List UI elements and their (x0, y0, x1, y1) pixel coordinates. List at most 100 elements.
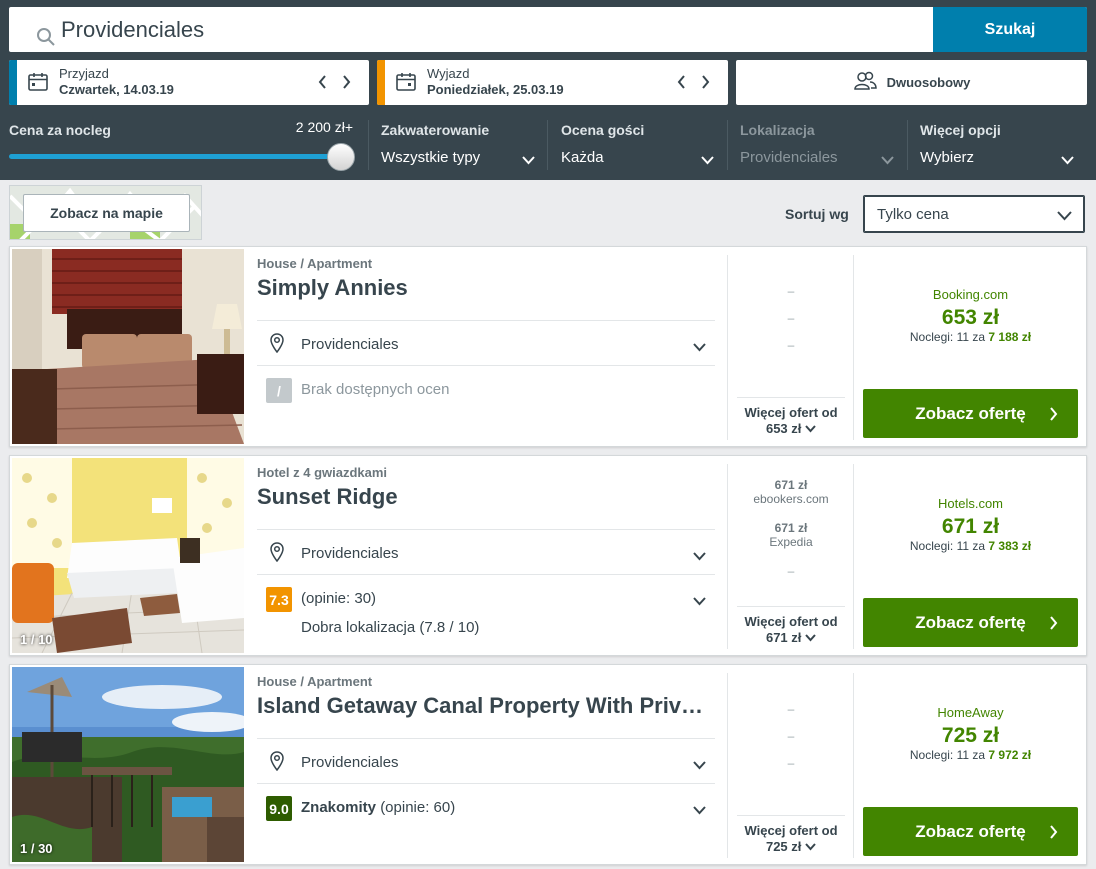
checkin-prev-icon[interactable] (315, 71, 329, 93)
best-offer-price[interactable]: 653 zł (863, 306, 1078, 330)
guest-rating-filter-label: Ocena gości (561, 122, 645, 138)
chevron-down-icon (693, 802, 706, 820)
chevron-down-icon (693, 757, 706, 775)
review-count: (opinie: 60) (380, 799, 456, 816)
checkin-date-picker[interactable]: Przyjazd Czwartek, 14.03.19 (9, 60, 369, 105)
best-offer-site[interactable]: Hotels.com (863, 496, 1078, 511)
more-offers-link[interactable]: Więcej ofert od 653 zł (737, 397, 845, 437)
column-divider (727, 255, 728, 440)
result-card: 1 / 30 House / Apartment Island Getaway … (9, 664, 1087, 865)
calendar-icon (396, 72, 416, 96)
best-offer: HomeAway 725 zł Noclegi: 11 za 7 972 zł (863, 705, 1078, 762)
checkin-next-icon[interactable] (339, 71, 353, 93)
checkout-next-icon[interactable] (698, 71, 712, 93)
more-options-filter[interactable]: Więcej opcji Wybierz (920, 119, 1074, 171)
more-offers-link[interactable]: Więcej ofert od 725 zł (737, 815, 845, 855)
search-input[interactable] (61, 14, 921, 45)
more-options-filter-value: Wybierz (920, 149, 975, 166)
room-type-selector[interactable]: Dwuosobowy (736, 60, 1087, 105)
more-offers-price: 653 zł (765, 421, 802, 436)
checkout-prev-icon[interactable] (674, 71, 688, 93)
hotel-name[interactable]: Simply Annies (257, 275, 715, 301)
checkout-label: Wyjazd (427, 66, 470, 81)
accommodation-filter-label: Zakwaterowanie (381, 122, 490, 138)
chevron-down-icon (805, 839, 816, 854)
view-deal-button[interactable]: Zobacz ofertę (863, 598, 1078, 647)
offer-item[interactable]: 671 zł Expedia (737, 521, 845, 564)
chevron-down-icon (805, 421, 816, 436)
column-divider (727, 673, 728, 858)
sort-label: Sortuj wg (785, 206, 849, 222)
room-type-label: Dwuosobowy (886, 75, 971, 90)
nights-prefix: Noclegi: 11 za (909, 330, 986, 344)
rating-row[interactable]: 7.3 (opinie: 30) Dobra lokalizacja (7.8 … (257, 574, 715, 648)
view-deal-button[interactable]: Zobacz ofertę (863, 807, 1078, 856)
column-divider (853, 464, 854, 649)
offer-price: 671 zł (774, 521, 808, 535)
rating-row: / Brak dostępnych ocen (257, 365, 715, 411)
chevron-down-icon (881, 152, 894, 170)
filter-divider (907, 120, 908, 170)
nights-total: Noclegi: 11 za 7 383 zł (863, 539, 1078, 553)
offer-site: ebookers.com (753, 492, 829, 506)
rating-text: Znakomity (opinie: 60) (301, 799, 455, 816)
rating-badge: / (266, 378, 292, 403)
offer-placeholder: – (787, 564, 795, 578)
guests-icon (853, 71, 877, 94)
rating-badge: 9.0 (266, 796, 292, 821)
result-card: 1 / 10 Hotel z 4 gwiazdkami Sunset Ridge… (9, 455, 1087, 656)
guest-rating-filter[interactable]: Ocena gości Każda (561, 119, 714, 171)
rating-text: Brak dostępnych ocen (301, 381, 450, 398)
more-offers-price: 725 zł (765, 839, 802, 854)
hotel-name[interactable]: Sunset Ridge (257, 484, 715, 510)
nights-prefix: Noclegi: 11 za (909, 539, 986, 553)
best-offer-site[interactable]: HomeAway (863, 705, 1078, 720)
accommodation-filter[interactable]: Zakwaterowanie Wszystkie typy (381, 119, 535, 171)
sort-select-value: Tylko cena (877, 206, 949, 223)
location-filter[interactable]: Lokalizacja Providenciales (740, 119, 894, 171)
view-deal-label: Zobacz ofertę (915, 612, 1026, 632)
price-slider-track[interactable] (9, 154, 341, 159)
offer-site: Expedia (769, 535, 813, 549)
other-offers: 671 zł ebookers.com 671 zł Expedia – (737, 478, 845, 591)
price-slider-handle[interactable] (327, 143, 355, 171)
offer-placeholder: – (787, 338, 795, 352)
offer-item[interactable]: 671 zł ebookers.com (737, 478, 845, 521)
location-row[interactable]: Providenciales (257, 529, 715, 575)
nights-total: Noclegi: 11 za 7 188 zł (863, 330, 1078, 344)
view-deal-button[interactable]: Zobacz ofertę (863, 389, 1078, 438)
checkout-value: Poniedziałek, 25.03.19 (427, 82, 564, 97)
more-offers-label: Więcej ofert od (744, 405, 838, 420)
location-text: Providenciales (301, 336, 399, 353)
view-on-map-button[interactable]: Zobacz na mapie (23, 194, 190, 232)
rating-row[interactable]: 9.0 Znakomity (opinie: 60) (257, 783, 715, 829)
more-offers-link[interactable]: Więcej ofert od 671 zł (737, 606, 845, 646)
nights-total-price: 7 383 zł (988, 539, 1032, 553)
best-offer-price[interactable]: 671 zł (863, 515, 1078, 539)
property-category: House / Apartment (257, 674, 373, 689)
best-offer-site[interactable]: Booking.com (863, 287, 1078, 302)
view-deal-label: Zobacz ofertę (915, 821, 1026, 841)
calendar-icon (28, 72, 48, 96)
search-button[interactable]: Szukaj (933, 7, 1087, 52)
hotel-photo[interactable] (12, 249, 244, 444)
location-row[interactable]: Providenciales (257, 738, 715, 784)
sort-select[interactable]: Tylko cena (863, 195, 1085, 233)
checkin-label: Przyjazd (59, 66, 109, 81)
rating-text: (opinie: 30) (301, 590, 377, 607)
checkout-date-picker[interactable]: Wyjazd Poniedziałek, 25.03.19 (377, 60, 728, 105)
rating-word: Znakomity (301, 799, 377, 816)
best-offer-price[interactable]: 725 zł (863, 724, 1078, 748)
location-row[interactable]: Providenciales (257, 320, 715, 366)
hotel-name[interactable]: Island Getaway Canal Property With Priv… (257, 693, 715, 719)
filter-divider (727, 120, 728, 170)
chevron-right-icon (1049, 824, 1058, 844)
nights-total-price: 7 972 zł (988, 748, 1032, 762)
hotel-photo[interactable]: 1 / 10 (12, 458, 244, 653)
property-category: Hotel z 4 gwiazdkami (257, 465, 388, 480)
chevron-down-icon (805, 630, 816, 645)
hotel-photo[interactable]: 1 / 30 (12, 667, 244, 862)
offer-placeholder: – (787, 702, 795, 716)
checkin-value: Czwartek, 14.03.19 (59, 82, 174, 97)
more-offers-price: 671 zł (765, 630, 802, 645)
